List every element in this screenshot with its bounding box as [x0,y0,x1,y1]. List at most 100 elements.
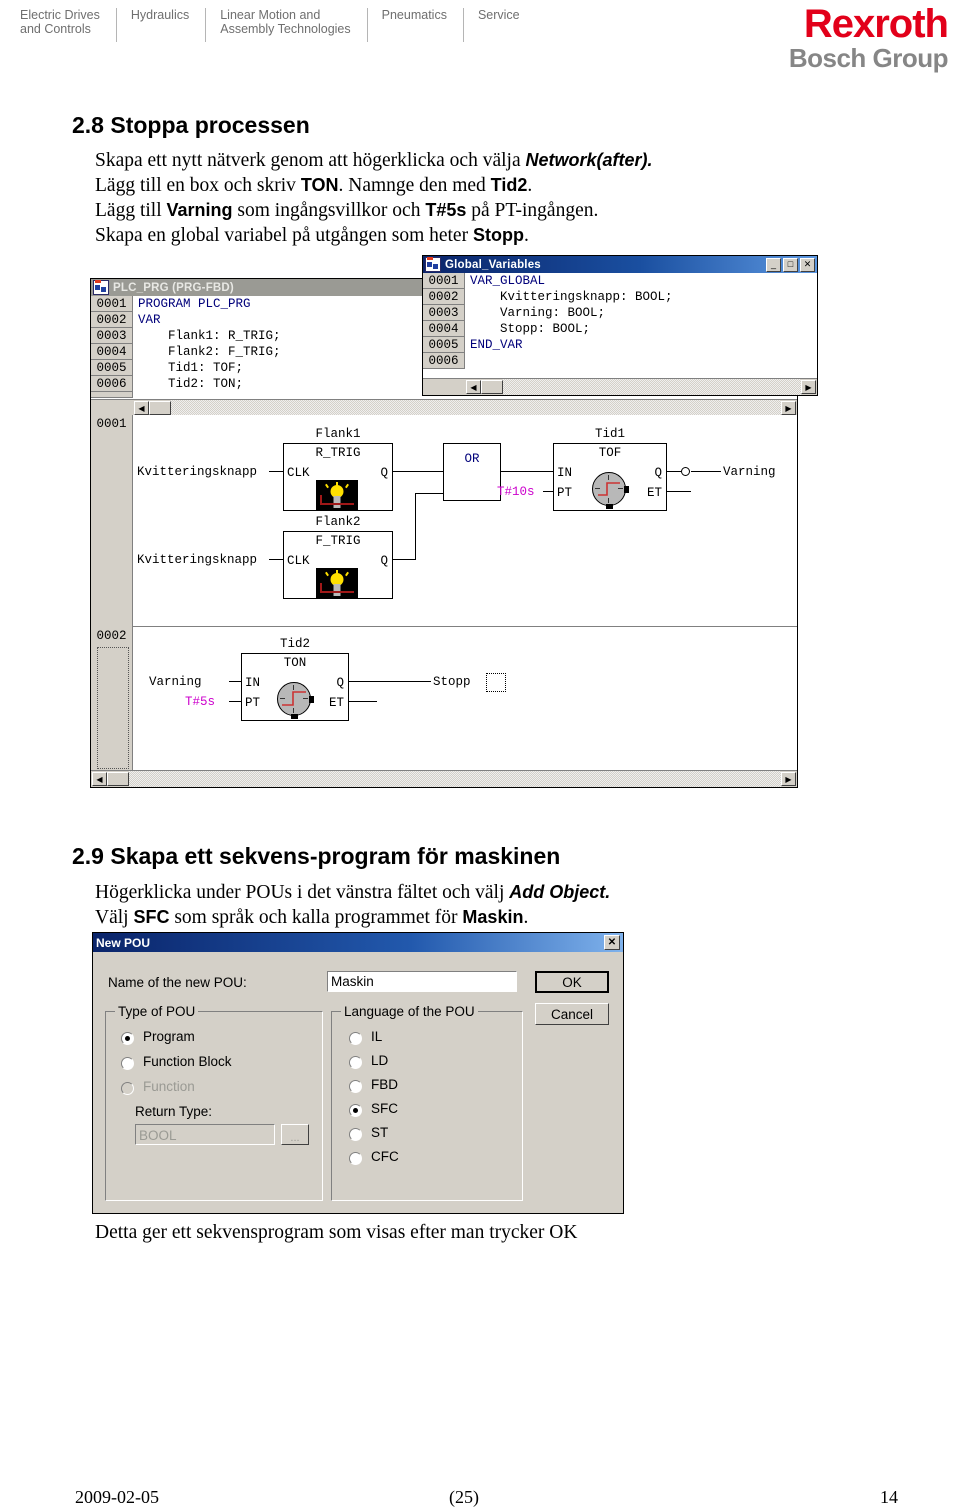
network-divider [133,626,797,627]
network-1-number[interactable]: 0001 [91,415,133,627]
line-text: Varning: BOOL; [465,305,817,321]
new-pou-titlebar[interactable]: New POU ✕ [93,933,623,952]
line-number: 0005 [91,360,133,376]
wire [415,493,416,560]
plc-decl-hscrollbar[interactable]: ◀ ▶ [91,399,797,416]
radio-ld[interactable] [349,1056,362,1069]
input-variable-kvitteringsknapp-1[interactable]: Kvitteringsknapp [137,465,257,479]
scroll-track[interactable] [171,400,781,416]
block-output-pin-q[interactable]: Q [654,466,662,480]
radio-fbd[interactable] [349,1080,362,1093]
cancel-button[interactable]: Cancel [535,1003,609,1025]
radio-sfc[interactable] [349,1104,362,1117]
pou-name-label: Name of the new POU: [108,975,247,990]
lamp-icon [316,568,358,598]
global-variables-titlebar[interactable]: Global_Variables _ □ ✕ [423,256,817,273]
block-output-pin-et[interactable]: ET [647,486,662,500]
radio-il-label[interactable]: IL [371,1029,382,1044]
radio-program[interactable] [121,1032,134,1045]
radio-fbd-label[interactable]: FBD [371,1077,398,1092]
function-block-tof[interactable]: TOF IN PT Q ET [553,443,667,511]
radio-st-label[interactable]: ST [371,1125,388,1140]
output-variable-varning[interactable]: Varning [723,465,776,479]
radio-ld-label[interactable]: LD [371,1053,388,1068]
radio-program-label[interactable]: Program [143,1029,195,1044]
block-instance-name-tid2: Tid2 [279,637,310,651]
function-block-f-trig[interactable]: F_TRIG CLK Q [283,531,393,599]
wire [269,559,283,560]
output-variable-stopp[interactable]: Stopp [433,675,471,689]
scroll-thumb[interactable] [149,401,171,415]
close-icon[interactable]: ✕ [800,257,815,272]
block-instance-name-tid1: Tid1 [594,427,625,441]
global-variables-hscrollbar[interactable]: ◀ ▶ [423,378,817,395]
block-input-pin-pt[interactable]: PT [557,486,572,500]
radio-st[interactable] [349,1128,362,1141]
new-pou-dialog[interactable]: New POU ✕ Name of the new POU: OK Cancel… [92,932,624,1214]
block-type-label: R_TRIG [315,446,361,460]
radio-il[interactable] [349,1032,362,1045]
block-output-pin-q[interactable]: Q [380,554,388,568]
line-number: 0001 [91,296,133,312]
fbd-hscrollbar[interactable]: ◀ ▶ [91,770,797,787]
radio-cfc-label[interactable]: CFC [371,1149,399,1164]
block-output-pin-q[interactable]: Q [336,676,344,690]
page-header: Electric Drives and Controls Hydraulics … [0,0,960,86]
header-nav-item-service: Service [462,8,536,42]
negate-output-icon[interactable] [681,467,690,476]
wire [691,471,721,472]
block-output-pin-et[interactable]: ET [329,696,344,710]
radio-sfc-label[interactable]: SFC [371,1101,398,1116]
scroll-right-icon[interactable]: ▶ [801,380,816,394]
scroll-thumb[interactable] [107,772,129,786]
global-variables-editor[interactable]: 0001 VAR_GLOBAL 0002 Kvitteringsknapp: BO… [423,273,817,379]
scroll-left-icon[interactable]: ◀ [134,401,149,415]
scroll-right-icon[interactable]: ▶ [781,772,796,786]
line-number: 0003 [91,328,133,344]
scroll-track[interactable] [503,379,801,395]
minimize-icon[interactable]: _ [766,257,781,272]
scroll-left-icon[interactable]: ◀ [466,380,481,394]
function-block-or[interactable]: OR [443,443,501,501]
block-input-pin-in[interactable]: IN [557,466,572,480]
ok-button[interactable]: OK [535,971,609,993]
wire [543,491,553,492]
global-variables-window[interactable]: Global_Variables _ □ ✕ 0001 VAR_GLOBAL 00… [422,255,818,396]
radio-function [121,1082,134,1095]
block-instance-name-flank2: Flank2 [315,515,361,529]
header-nav-item-linear-motion: Linear Motion and Assembly Technologies [205,8,366,42]
return-type-label: Return Type: [135,1104,213,1119]
function-block-r-trig[interactable]: R_TRIG CLK Q [283,443,393,511]
input-variable-varning[interactable]: Varning [149,675,202,689]
radio-function-block-label[interactable]: Function Block [143,1054,232,1069]
pou-name-input[interactable] [327,971,517,992]
radio-function-block[interactable] [121,1057,134,1070]
block-input-pin-clk[interactable]: CLK [287,466,310,480]
close-icon[interactable]: ✕ [604,935,620,950]
block-type-label: TON [283,656,307,670]
paragraph-line-1: Skapa ett nytt nätverk genom att högerkl… [95,150,653,171]
fbd-canvas[interactable]: 0001 Flank1 R_TRIG CLK Q Kvitteringsknap… [91,415,797,774]
block-input-pin-pt[interactable]: PT [245,696,260,710]
block-input-pin-in[interactable]: IN [245,676,260,690]
block-output-pin-q[interactable]: Q [380,466,388,480]
pt-literal-t5s[interactable]: T#5s [185,695,215,709]
maximize-icon[interactable]: □ [783,257,798,272]
pt-literal-t10s[interactable]: T#10s [497,485,535,499]
scroll-left-icon[interactable]: ◀ [92,772,107,786]
footer-center: (25) [449,1487,479,1507]
empty-output-selection-box[interactable] [486,673,506,692]
paragraph-line-1: Högerklicka under POUs i det vänstra fäl… [95,882,611,903]
pou-icon [93,280,109,295]
line-number: 0004 [423,321,465,337]
return-type-browse-button[interactable]: ... [281,1124,309,1145]
scroll-thumb[interactable] [481,380,503,394]
section-2-9-body: Högerklicka under POUs i det vänstra fäl… [95,880,815,930]
scroll-track[interactable] [129,771,781,787]
input-variable-kvitteringsknapp-2[interactable]: Kvitteringsknapp [137,553,257,567]
block-input-pin-clk[interactable]: CLK [287,554,310,568]
function-block-ton[interactable]: TON IN PT Q ET [241,653,349,721]
wire [415,493,443,494]
scroll-right-icon[interactable]: ▶ [781,401,796,415]
radio-cfc[interactable] [349,1152,362,1165]
